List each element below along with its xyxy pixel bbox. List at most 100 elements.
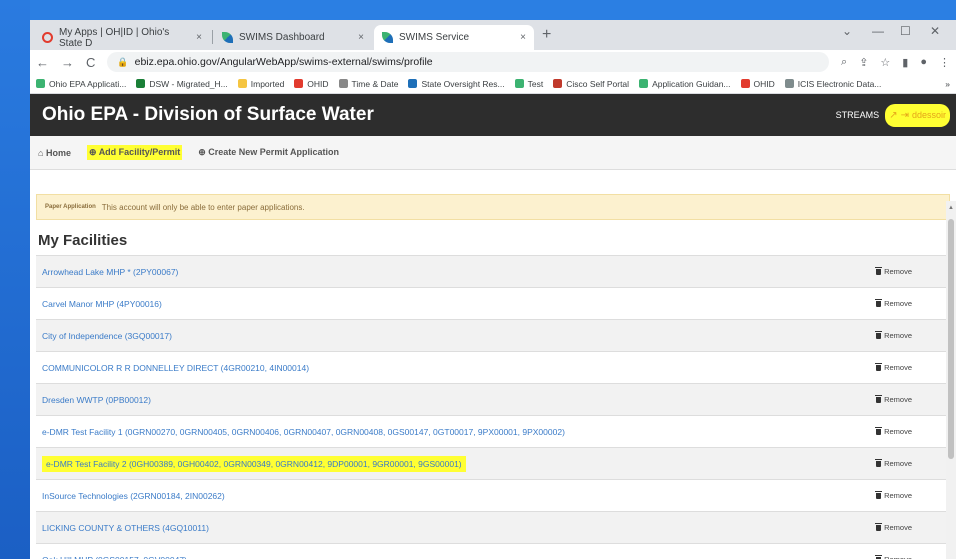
remove-button[interactable]: Remove [875,394,912,404]
share-icon[interactable]: ⇪ [859,56,868,69]
remove-label: Remove [884,427,912,436]
lock-icon[interactable]: 🔒 [117,57,128,68]
trash-icon [875,266,883,275]
page-title: My Facilities [38,232,128,249]
bookmark-item[interactable]: Application Guidan... [639,78,731,89]
bookmark-star-icon[interactable]: ☆ [880,56,890,69]
bookmark-label: ICIS Electronic Data... [797,78,882,89]
zoom-icon[interactable]: ⌕ [841,56,847,69]
remove-label: Remove [884,395,912,404]
bookmark-label: Ohio EPA Applicati... [49,78,127,89]
back-icon[interactable]: ← [36,55,49,70]
side-panel-icon[interactable]: ▮ [902,56,908,69]
sub-navigation: ⌂ Home ⊕ Add Facility/Permit ⊕ Create Ne… [30,136,956,170]
add-facility-label: Add Facility/Permit [98,147,181,157]
plus-circle-icon: ⊕ [198,147,206,157]
remove-button[interactable]: Remove [875,330,912,340]
streams-link[interactable]: STREAMS [836,110,880,120]
remove-button[interactable]: Remove [875,554,912,559]
bookmark-item[interactable]: Imported [237,78,285,89]
tab-swims-dashboard[interactable]: SWIMS Dashboard × [214,25,372,50]
bookmark-label: Imported [250,78,285,89]
create-permit-link[interactable]: ⊕ Create New Permit Application [198,147,339,158]
create-permit-label: Create New Permit Application [208,147,339,157]
minimize-button[interactable]: — [872,24,884,38]
remove-label: Remove [884,555,912,559]
scrollbar-thumb[interactable] [948,219,954,459]
facility-link[interactable]: Carvel Manor MHP (4PY00016) [42,299,162,309]
bookmarks-bar: Ohio EPA Applicati... DSW - Migrated_H...… [30,74,956,94]
bookmark-item[interactable]: ICIS Electronic Data... [784,78,882,89]
page-scrollbar[interactable]: ▲ [946,201,956,559]
facility-row: City of Independence (3GQ00017) Remove [36,320,950,352]
profile-icon[interactable]: ● [920,56,927,69]
remove-button[interactable]: Remove [875,458,912,468]
close-icon[interactable]: × [520,32,526,43]
bookmark-label: Application Guidan... [652,78,731,89]
bookmark-icon [784,79,794,88]
bookmark-item[interactable]: Time & Date [338,79,398,89]
bookmark-item[interactable]: State Oversight Res... [408,79,505,89]
bookmark-label: Cisco Self Portal [566,78,630,89]
user-menu[interactable]: ↗ ⇥ ddessoir [885,103,950,127]
alert-message: This account will only be able to enter … [101,202,305,212]
tab-my-apps[interactable]: My Apps | OH|ID | Ohio's State D × [34,25,210,50]
bookmark-item[interactable]: Cisco Self Portal [553,79,629,89]
address-bar[interactable]: 🔒 ebiz.epa.ohio.gov/AngularWebApp/swims-… [107,52,830,72]
facility-link[interactable]: Dresden WWTP (0PB00012) [42,395,151,405]
close-icon[interactable]: × [358,32,364,43]
bookmark-item[interactable]: OHID [294,79,329,89]
facility-row: e-DMR Test Facility 2 (0GH00389, 0GH0040… [36,448,950,480]
facility-link[interactable]: Arrowhead Lake MHP * (2PY00067) [42,267,178,277]
facility-link[interactable]: Oak Hill MHP (0GS00157, 0GV00047) [42,555,187,559]
facility-link[interactable]: LICKING COUNTY & OTHERS (4GQ10011) [42,523,209,533]
facility-link[interactable]: e-DMR Test Facility 2 (0GH00389, 0GH0040… [42,455,466,472]
paper-application-alert: Paper Application This account will only… [36,194,950,220]
desktop-background-left [0,0,30,559]
bookmark-item[interactable]: OHID [740,79,775,89]
remove-button[interactable]: Remove [875,522,912,532]
tab-swims-service[interactable]: SWIMS Service × [374,25,534,50]
maximize-button[interactable]: ☐ [900,24,911,38]
tab-label: SWIMS Service [399,32,470,43]
facility-link[interactable]: City of Independence (3GQ00017) [42,331,172,341]
bookmark-item[interactable]: Test [514,79,543,89]
facility-link[interactable]: COMMUNICOLOR R R DONNELLEY DIRECT (4GR00… [42,363,309,373]
close-icon[interactable]: × [196,32,202,43]
remove-button[interactable]: Remove [875,490,912,500]
new-tab-button[interactable]: + [542,26,551,44]
remove-label: Remove [884,459,912,468]
trash-icon [875,490,883,499]
home-link[interactable]: ⌂ Home [38,148,71,158]
remove-label: Remove [884,267,912,276]
remove-label: Remove [884,523,912,532]
reload-icon[interactable]: C [86,55,95,70]
bookmarks-overflow-button[interactable]: » [945,79,950,89]
bookmark-item[interactable]: Ohio EPA Applicati... [36,79,126,89]
tab-label: My Apps | OH|ID | Ohio's State D [59,26,170,49]
forward-icon[interactable]: → [61,55,74,70]
bookmark-icon [338,79,348,88]
facility-row: LICKING COUNTY & OTHERS (4GQ10011) Remove [36,512,950,544]
remove-button[interactable]: Remove [875,362,912,372]
facility-row: Arrowhead Lake MHP * (2PY00067) Remove [36,256,950,288]
facility-row: Dresden WWTP (0PB00012) Remove [36,384,950,416]
external-link-icon: ↗ [889,109,898,121]
leaf-icon [382,32,393,43]
facility-link[interactable]: e-DMR Test Facility 1 (0GRN00270, 0GRN00… [42,427,565,437]
bookmark-icon [237,79,247,88]
close-window-button[interactable]: ✕ [930,24,940,38]
browser-window: My Apps | OH|ID | Ohio's State D × SWIMS… [30,20,956,559]
facility-link[interactable]: InSource Technologies (2GRN00184, 2IN002… [42,491,225,501]
add-facility-link[interactable]: ⊕ Add Facility/Permit [86,145,183,160]
bookmark-item[interactable]: DSW - Migrated_H... [136,79,228,89]
remove-button[interactable]: Remove [875,266,912,276]
scroll-up-icon[interactable]: ▲ [948,205,954,211]
trash-icon [875,426,883,435]
app-title: Ohio EPA - Division of Surface Water [42,104,374,125]
remove-button[interactable]: Remove [875,298,912,308]
bookmark-icon [514,79,524,88]
remove-button[interactable]: Remove [875,426,912,436]
tab-search-icon[interactable]: ⌄ [842,24,852,38]
menu-icon[interactable]: ⋮ [939,56,950,69]
